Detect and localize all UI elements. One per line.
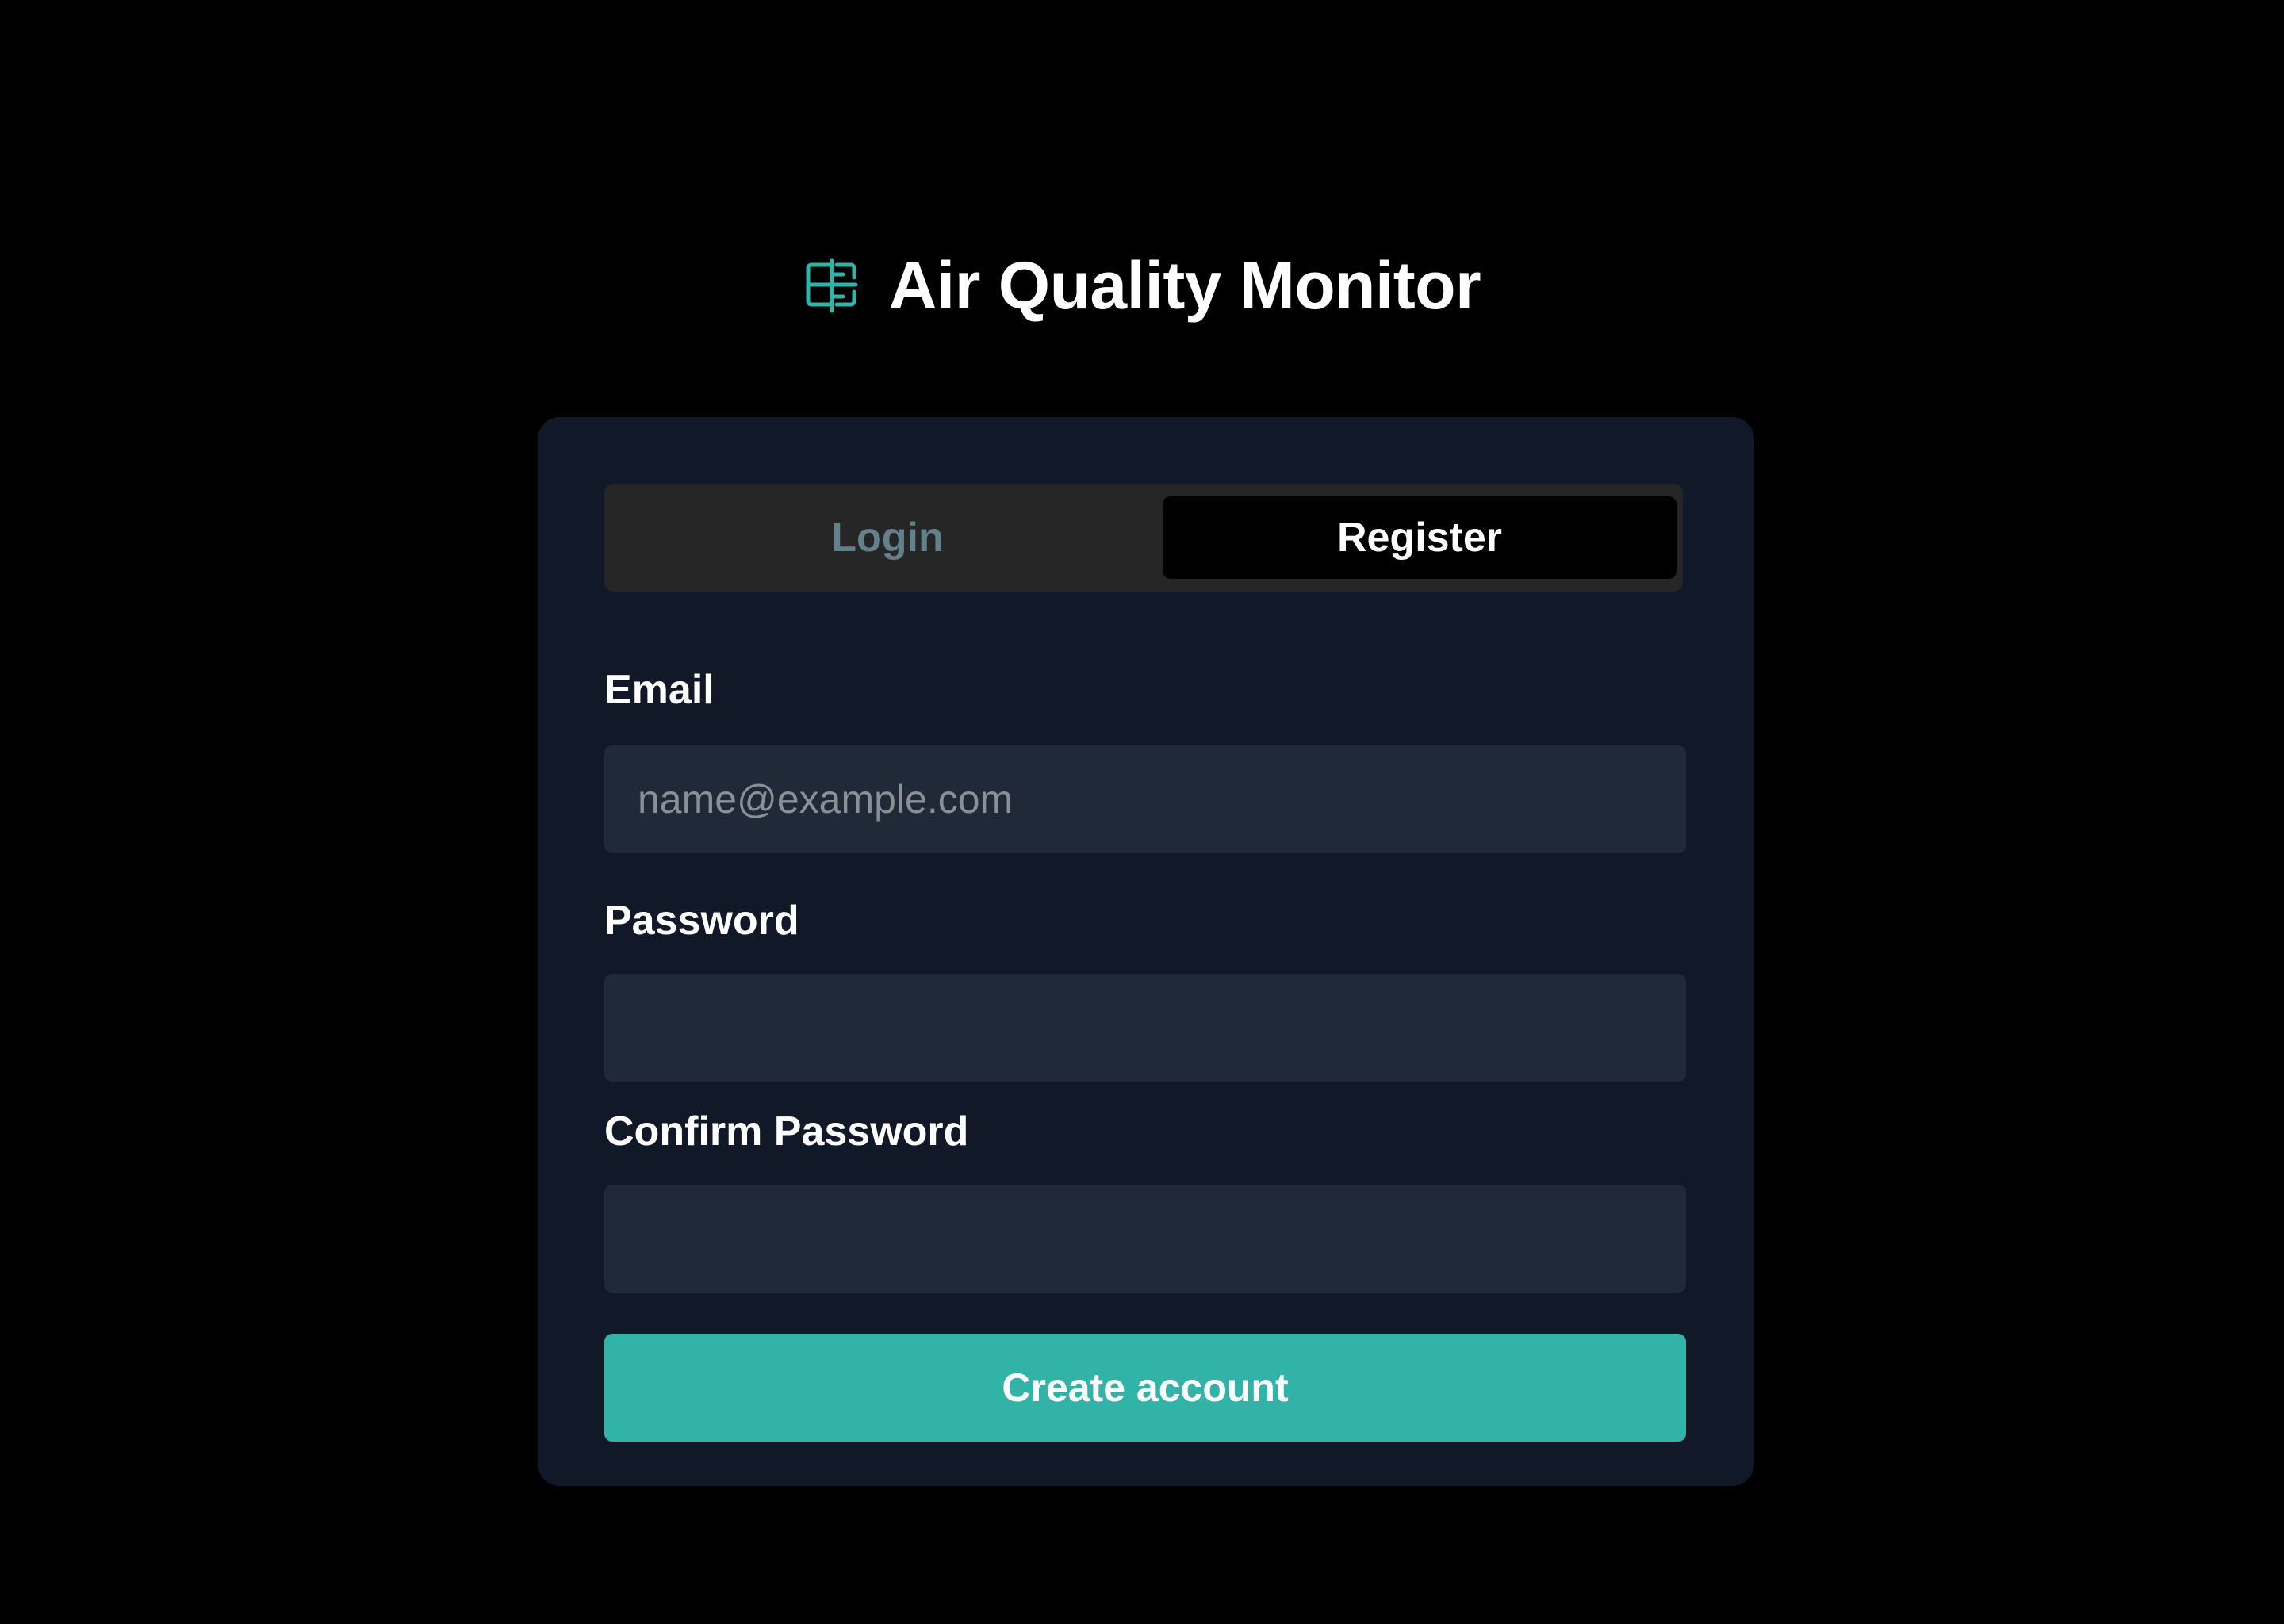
confirm-password-label: Confirm Password [604, 1109, 969, 1155]
create-account-button[interactable]: Create account [604, 1334, 1686, 1442]
auth-tabs: Login Register [604, 484, 1683, 592]
app-header: Air Quality Monitor [0, 244, 2284, 327]
tab-register[interactable]: Register [1163, 496, 1677, 579]
confirm-password-input[interactable] [604, 1185, 1686, 1293]
email-input[interactable] [604, 745, 1686, 853]
auth-card: Login Register Email Password Confirm Pa… [538, 417, 1754, 1486]
password-input[interactable] [604, 974, 1686, 1082]
tab-login[interactable]: Login [617, 496, 1158, 579]
air-filter-icon [806, 258, 858, 313]
email-label: Email [604, 667, 715, 713]
app-title: Air Quality Monitor [888, 248, 1481, 323]
register-page: Air Quality Monitor Login Register Email… [0, 0, 2284, 1624]
password-label: Password [604, 898, 799, 944]
